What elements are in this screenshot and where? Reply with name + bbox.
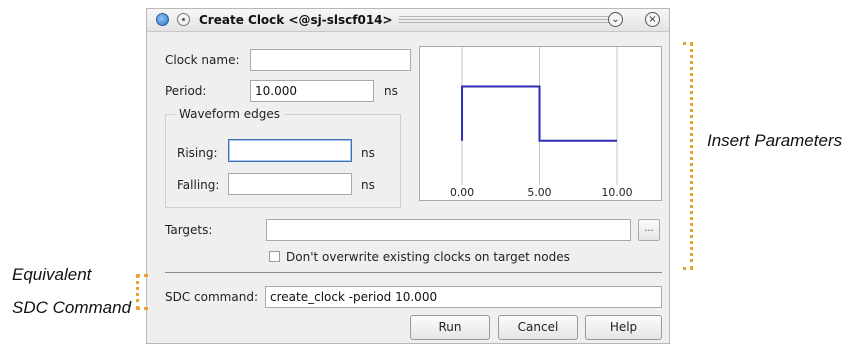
period-unit: ns [384,84,398,98]
period-label: Period: [165,84,207,98]
title-bar[interactable]: Create Clock <@sj-slscf014> ⌄ × [147,9,669,32]
help-button[interactable]: Help [585,315,662,340]
window-title: Create Clock <@sj-slscf014> [199,13,393,27]
equivalent-annotation-line2: SDC Command [12,298,132,317]
app-logo-icon [156,13,169,26]
x-tick-label: 0.00 [450,186,474,199]
window-menu-icon[interactable] [177,13,190,26]
browse-targets-button[interactable]: ... [638,219,660,241]
separator [165,272,662,273]
equivalent-annotation-line1: Equivalent [12,265,92,284]
sdc-command-field[interactable] [265,286,662,308]
x-tick-label: 10.00 [601,186,632,199]
insert-parameters-annotation: Insert Parameters [707,131,843,150]
close-icon[interactable]: × [645,12,660,27]
sdc-command-label: SDC command: [165,290,258,304]
waveform-line [461,85,617,142]
x-tick-label: 5.00 [527,186,551,199]
rising-label: Rising: [177,146,218,160]
overwrite-checkbox-label: Don't overwrite existing clocks on targe… [286,250,570,264]
targets-label: Targets: [165,223,213,237]
sdc-command-bracket [136,274,148,310]
titlebar-grip [399,16,609,24]
cancel-button[interactable]: Cancel [498,315,578,340]
insert-parameters-bracket [683,42,693,270]
period-input[interactable] [250,80,374,102]
rising-unit: ns [361,146,375,160]
targets-input[interactable] [266,219,631,241]
minimize-chevron-down-icon[interactable]: ⌄ [608,12,623,27]
create-clock-dialog: Create Clock <@sj-slscf014> ⌄ × Clock na… [146,8,670,344]
clock-name-input[interactable] [250,49,411,71]
falling-label: Falling: [177,178,220,192]
waveform-edges-title: Waveform edges [175,107,284,121]
overwrite-checkbox[interactable] [269,251,280,262]
falling-unit: ns [361,178,375,192]
waveform-preview-chart: 0.00 5.00 10.00 [419,46,662,201]
run-button[interactable]: Run [410,315,490,340]
rising-input[interactable] [228,139,352,162]
clock-name-label: Clock name: [165,53,240,67]
falling-input[interactable] [228,173,352,195]
